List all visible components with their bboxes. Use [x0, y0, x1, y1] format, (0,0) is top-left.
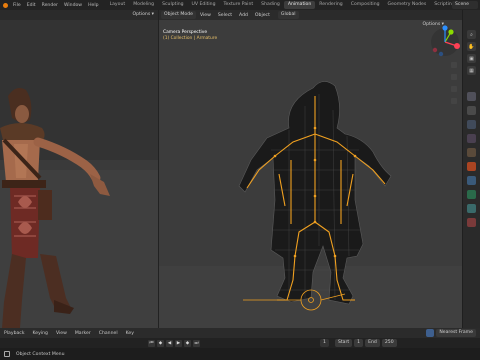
- tab-sculpting[interactable]: Sculpting: [158, 1, 187, 9]
- tab-geometry-nodes[interactable]: Geometry Nodes: [384, 1, 431, 9]
- camera-view-panel[interactable]: Options ▾: [0, 10, 158, 328]
- menu-file[interactable]: File: [10, 3, 24, 8]
- tab-uv-editing[interactable]: UV Editing: [188, 1, 220, 9]
- menu-view[interactable]: View: [52, 331, 71, 336]
- top-bar: File Edit Render Window Help Layout Mode…: [0, 0, 480, 10]
- tab-layout[interactable]: Layout: [106, 1, 130, 9]
- wireframe-character: [238, 25, 460, 311]
- physics-tab-icon[interactable]: [467, 190, 476, 199]
- blender-logo-icon[interactable]: [0, 0, 10, 10]
- frame-range: Start 1 End 250: [334, 339, 397, 347]
- object-tab-icon[interactable]: [467, 162, 476, 171]
- render-tab-icon[interactable]: [467, 106, 476, 115]
- tab-shading[interactable]: Shading: [257, 1, 284, 9]
- play-icon[interactable]: ▶: [175, 339, 182, 347]
- start-frame-field[interactable]: 1: [354, 339, 364, 347]
- timeline-controls: Nearest Frame: [426, 329, 476, 337]
- scene-selector[interactable]: Scene: [452, 1, 478, 9]
- scene-tab-icon[interactable]: [467, 148, 476, 157]
- playback-buttons: ⏮ ◆ ◀ ▶ ◆ ⏭: [148, 339, 200, 347]
- menu-window[interactable]: Window: [61, 3, 85, 8]
- end-frame-field[interactable]: 250: [381, 339, 397, 347]
- modifier-tab-icon[interactable]: [467, 176, 476, 185]
- playback-row: ⏮ ◆ ◀ ▶ ◆ ⏭ 1 Start 1 End 250: [0, 338, 480, 348]
- menu-keying[interactable]: Keying: [29, 331, 52, 336]
- end-label: End: [365, 339, 380, 347]
- constraints-tab-icon[interactable]: [467, 204, 476, 213]
- menu-channel[interactable]: Channel: [95, 331, 122, 336]
- output-tab-icon[interactable]: [467, 120, 476, 129]
- status-text: Object Context Menu: [16, 351, 65, 357]
- workspace-tabs: Layout Modeling Sculpting UV Editing Tex…: [106, 1, 459, 9]
- tab-texture-paint[interactable]: Texture Paint: [220, 1, 258, 9]
- tool-tab-icon[interactable]: [467, 92, 476, 101]
- keying-dropdown[interactable]: Nearest Frame: [436, 329, 476, 337]
- timeline-header: Playback Keying View Marker Channel Key …: [0, 328, 480, 338]
- menu-key[interactable]: Key: [122, 331, 138, 336]
- data-tab-icon[interactable]: [467, 218, 476, 227]
- play-reverse-icon[interactable]: ◀: [166, 339, 173, 347]
- menu-playback[interactable]: Playback: [0, 331, 29, 336]
- tab-compositing[interactable]: Compositing: [347, 1, 384, 9]
- next-key-icon[interactable]: ◆: [184, 339, 191, 347]
- main-3d-viewport[interactable]: Object Mode View Select Add Object Globa…: [158, 10, 462, 328]
- start-label: Start: [334, 339, 353, 347]
- tab-modeling[interactable]: Modeling: [129, 1, 158, 9]
- jump-start-icon[interactable]: ⏮: [148, 339, 155, 347]
- prev-key-icon[interactable]: ◆: [157, 339, 164, 347]
- zoom-icon[interactable]: ⌕: [467, 30, 476, 39]
- menu-edit[interactable]: Edit: [24, 3, 39, 8]
- auto-key-toggle[interactable]: [426, 329, 435, 337]
- rendered-character: [0, 88, 110, 328]
- view-layer-tab-icon[interactable]: [467, 134, 476, 143]
- menu-help[interactable]: Help: [85, 3, 101, 8]
- tab-animation[interactable]: Animation: [283, 1, 316, 9]
- menu-render[interactable]: Render: [39, 3, 61, 8]
- grid-icon[interactable]: ▦: [467, 66, 476, 75]
- camera-icon[interactable]: ▣: [467, 54, 476, 63]
- jump-end-icon[interactable]: ⏭: [193, 339, 200, 347]
- current-frame-field[interactable]: 1: [320, 339, 329, 347]
- tab-rendering[interactable]: Rendering: [315, 1, 346, 9]
- hand-pan-icon[interactable]: ✋: [467, 42, 476, 51]
- navigation-gizmo-icon: [431, 25, 460, 57]
- mouse-icon: [4, 351, 10, 357]
- menu-marker[interactable]: Marker: [71, 331, 95, 336]
- properties-tab-strip: ⌕ ✋ ▣ ▦: [462, 10, 480, 328]
- status-bar: Object Context Menu: [0, 348, 480, 360]
